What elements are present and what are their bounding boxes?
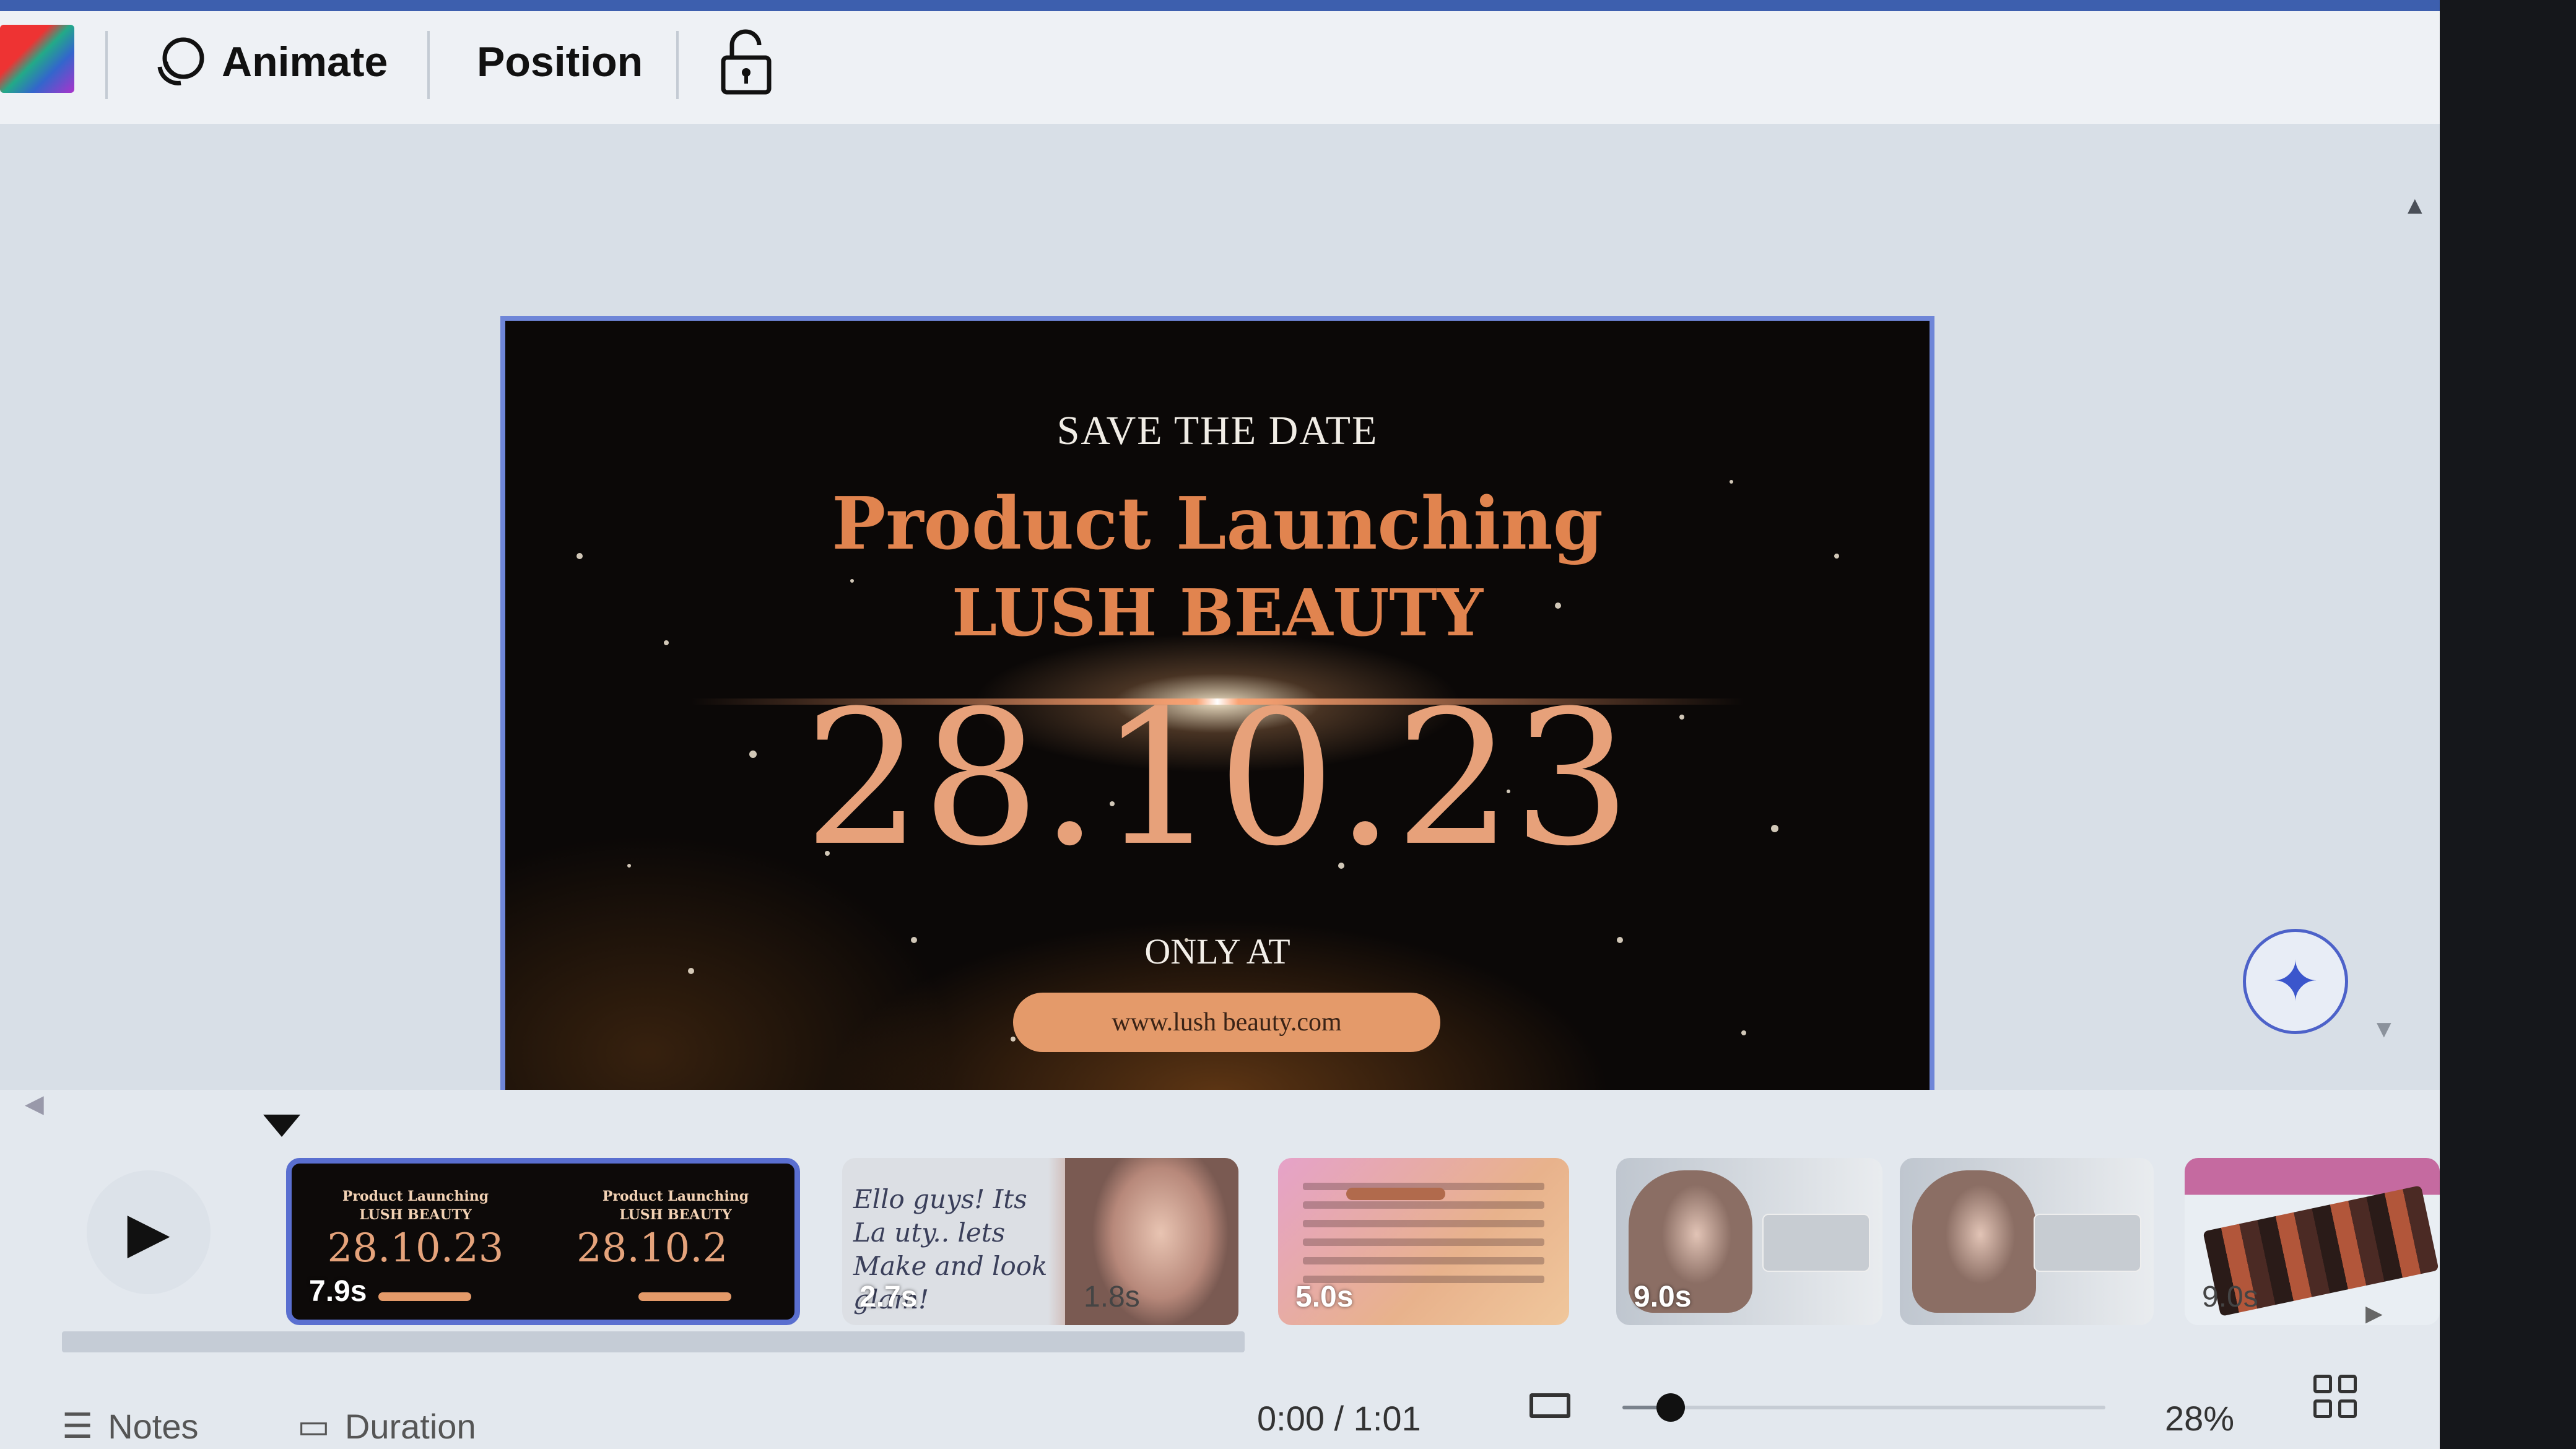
animate-label: Animate: [222, 38, 388, 85]
thumbnail-highlight: [1346, 1188, 1445, 1200]
notes-icon: ☰: [62, 1406, 94, 1445]
thumbnail-slide-preview: Product Launching LUSH BEAUTY 28.10.2: [552, 1164, 794, 1320]
timeline-thumbnail[interactable]: Product Launching LUSH BEAUTY 28.10.23 P…: [286, 1158, 800, 1325]
monitor-bezel: [2440, 0, 2576, 1449]
toolbar-divider: [105, 31, 108, 99]
duration-button[interactable]: ▭ Duration: [297, 1406, 476, 1447]
playhead-marker[interactable]: [263, 1115, 300, 1137]
play-button[interactable]: ▶: [87, 1170, 211, 1294]
lock-button[interactable]: [718, 25, 774, 99]
top-toolbar: Animate Position: [0, 0, 2440, 125]
thumbnail-product-image: [1762, 1214, 1870, 1272]
mini-brand: LUSH BEAUTY: [619, 1207, 732, 1223]
timeline-scroll-left[interactable]: ◀: [25, 1090, 44, 1118]
sparkle-icon: ✦: [2272, 951, 2319, 1013]
slide-date[interactable]: 28.10.23: [505, 674, 1930, 884]
duration-icon: ▭: [297, 1406, 330, 1445]
mini-pill: [378, 1292, 471, 1301]
toolbar-divider: [427, 31, 430, 99]
timeline-thumbnail[interactable]: 5.0s: [1278, 1158, 1569, 1325]
timeline-scroll-right[interactable]: ▶: [2365, 1300, 2383, 1326]
thumbnail-duration: 9.0s: [1634, 1281, 1692, 1313]
mini-brand: LUSH BEAUTY: [359, 1207, 472, 1223]
mini-date: 28.10.2: [577, 1225, 728, 1271]
timeline-thumbnail[interactable]: 9.0s: [1616, 1158, 1882, 1325]
grid-view-icon[interactable]: [2313, 1375, 2357, 1418]
thumbnail-duration: 9.0s: [2202, 1281, 2258, 1313]
mini-date: 28.10.23: [327, 1225, 504, 1271]
window-top-edge: [0, 0, 2440, 11]
lock-open-icon: [721, 29, 772, 95]
mini-title: Product Launching: [342, 1188, 489, 1204]
position-button[interactable]: Position: [477, 25, 643, 99]
slide-title[interactable]: Product Launching: [505, 482, 1930, 566]
zoom-percentage[interactable]: 28%: [2165, 1398, 2234, 1438]
color-swatch-icon[interactable]: [0, 25, 74, 93]
animate-button[interactable]: Animate: [149, 25, 388, 99]
scroll-up-arrow[interactable]: ▲: [2403, 192, 2427, 220]
mini-title: Product Launching: [602, 1188, 749, 1204]
thumbnail-duration: 1.8s: [1084, 1281, 1140, 1313]
save-the-date-text[interactable]: SAVE THE DATE: [505, 407, 1930, 455]
thumbnail-duration: 7.9s: [309, 1275, 367, 1308]
mini-pill: [638, 1292, 731, 1301]
toolbar-divider: [676, 31, 679, 99]
notes-button[interactable]: ☰ Notes: [62, 1406, 199, 1447]
timeline-thumbnail[interactable]: Ello guys! Its La uty.. lets Make and lo…: [842, 1158, 1238, 1325]
notes-label: Notes: [108, 1406, 199, 1446]
play-icon: ▶: [127, 1201, 170, 1264]
bottom-bar: ☰ Notes ▭ Duration 0:00 / 1:01 28%: [0, 1393, 2440, 1449]
timeline-thumbnail[interactable]: 9.0s: [2185, 1158, 2440, 1325]
slide-canvas[interactable]: SAVE THE DATE Product Launching LUSH BEA…: [500, 316, 1934, 1139]
duration-label: Duration: [344, 1406, 476, 1446]
canvas-area: SAVE THE DATE Product Launching LUSH BEA…: [0, 124, 2440, 1139]
time-display: 0:00 / 1:01: [1257, 1399, 1421, 1438]
url-pill[interactable]: www.lush beauty.com: [1013, 993, 1440, 1052]
slide-brand[interactable]: LUSH BEAUTY: [505, 575, 1930, 651]
thumbnail-product-image: [2034, 1214, 2141, 1272]
zoom-slider[interactable]: [1622, 1393, 2105, 1422]
magic-assist-button[interactable]: ✦: [2243, 929, 2348, 1034]
aspect-ratio-icon[interactable]: [1530, 1393, 1570, 1418]
timeline-scrollbar[interactable]: [62, 1331, 1245, 1352]
editor-window: Animate Position SAVE THE DATE Product L…: [0, 0, 2440, 1449]
thumbnail-duration: 2.7s: [859, 1281, 918, 1313]
only-at-text[interactable]: ONLY AT: [505, 931, 1930, 972]
animate-icon: [157, 37, 204, 85]
thumbnail-face-image: [1912, 1170, 2036, 1313]
scroll-down-arrow[interactable]: ▼: [2372, 1016, 2396, 1043]
zoom-slider-knob[interactable]: [1656, 1393, 1685, 1422]
thumbnail-duration: 5.0s: [1295, 1281, 1354, 1313]
timeline-thumbnail[interactable]: [1900, 1158, 2154, 1325]
